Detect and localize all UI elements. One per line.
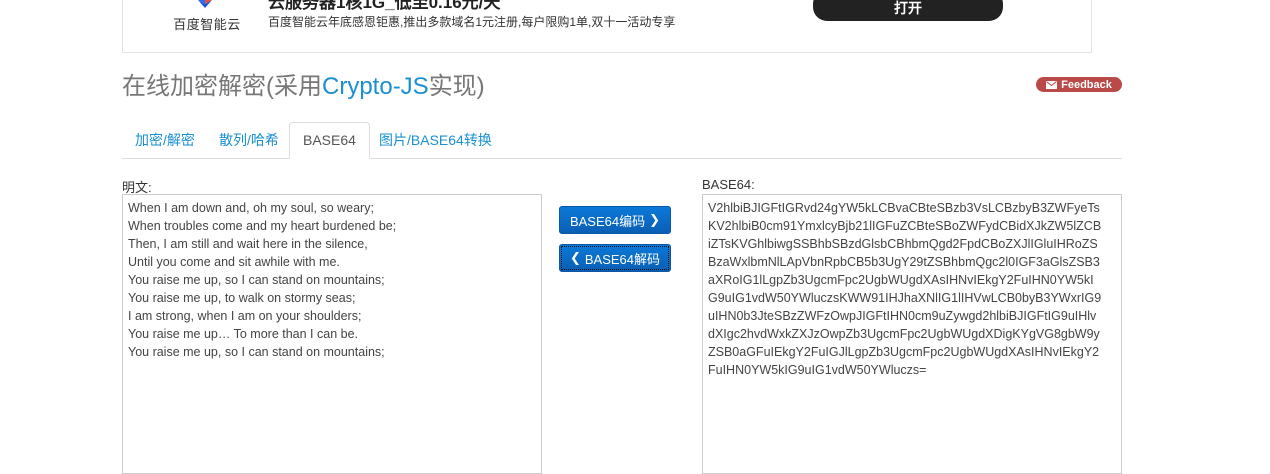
- page-title-suffix: 实现): [428, 73, 485, 100]
- page-title-highlight: Crypto-JS: [322, 73, 429, 100]
- base64-line: BzaWxlbmNlLApVbnRpbCB5b3UgY29tZSBhbmQgc2…: [708, 255, 1100, 269]
- plaintext-line: Then, I am still and wait here in the si…: [128, 237, 368, 251]
- tab-hash[interactable]: 散列/哈希: [206, 122, 292, 157]
- ad-logo: 百度智能云: [171, 0, 243, 50]
- base64-line: ZSB0aGFuIEkgY2FuIGJlLgpZb3UgcmFpc2UgbWUg…: [708, 345, 1100, 359]
- tab-bar: 加密/解密 散列/哈希 BASE64 图片/BASE64转换: [122, 122, 1122, 159]
- chevron-right-icon: ❯: [649, 212, 661, 227]
- ad-brand: 百度智能云: [173, 17, 241, 32]
- base64-encode-button[interactable]: BASE64编码 ❯: [559, 206, 671, 234]
- plaintext-line: You raise me up, to walk on stormy seas;: [128, 291, 356, 305]
- plaintext-line: Until you come and sit awhile with me.: [128, 255, 340, 269]
- ad-open-button[interactable]: 打开: [813, 0, 1003, 21]
- encode-label: BASE64编码: [569, 213, 646, 229]
- ad-description: 百度智能云年底感恩钜惠,推出多款域名1元注册,每户限购1单,双十一活动专享: [268, 15, 676, 29]
- page-title-prefix: 在线加密解密(采用: [122, 73, 322, 100]
- decode-label: BASE64解码: [584, 251, 661, 267]
- tab-encrypt-decrypt[interactable]: 加密/解密: [122, 122, 208, 157]
- base64-line: V2hlbiBJIGFtIGRvd24gYW5kLCBvaCBteSBzb3Vs…: [708, 201, 1100, 215]
- tab-image-base64[interactable]: 图片/BASE64转换: [366, 122, 505, 157]
- plaintext-line: I am strong, when I am on your shoulders…: [128, 309, 362, 323]
- base64-decode-button[interactable]: ❮ BASE64解码: [559, 244, 671, 272]
- chevron-left-icon: ❮: [569, 250, 581, 265]
- plaintext-line: When troubles come and my heart burdened…: [128, 219, 397, 233]
- plaintext-line: When I am down and, oh my soul, so weary…: [128, 201, 374, 215]
- baidu-cloud-logo-icon: [198, 0, 212, 8]
- base64-line: dXIgc2hvdWxkZXJzOwpZb3UgcmFpc2UgbWUgdXDi…: [708, 327, 1100, 341]
- ad-title[interactable]: 云服务器1核1G_低至0.16元/天: [268, 0, 500, 13]
- base64-line: iZTsKVGhlbiwgSSBhbSBzdGlsbCBhbmQgd2FpdCB…: [708, 237, 1098, 251]
- base64-line: uIHN0b3JteSBzZWFzOwpJIGFtIHN0cm9uZywgd2h…: [708, 309, 1097, 323]
- base64-label: BASE64:: [702, 177, 755, 192]
- page-title: 在线加密解密(采用Crypto-JS实现): [122, 66, 485, 101]
- feedback-label: Feedback: [1061, 78, 1112, 91]
- base64-line: FuIHN0YW5kIG9uIG1vdW50YWluczs=: [708, 363, 927, 377]
- tab-base64[interactable]: BASE64: [289, 122, 370, 159]
- base64-line: KV2hlbiB0cm91YmxlcyBjb21lIGFuZCBteSBoZWF…: [708, 219, 1102, 233]
- base64-textarea[interactable]: V2hlbiBJIGFtIGRvd24gYW5kLCBvaCBteSBzb3Vs…: [702, 194, 1122, 474]
- ad-banner[interactable]: 百度智能云 云服务器1核1G_低至0.16元/天 百度智能云年底感恩钜惠,推出多…: [122, 0, 1092, 53]
- base64-line: aXRoIG1lLgpZb3UgcmFpc2UgbWUgdXAsIHNvIEkg…: [708, 273, 1094, 287]
- plaintext-line: You raise me up, so I can stand on mount…: [128, 273, 385, 287]
- plaintext-textarea[interactable]: When I am down and, oh my soul, so weary…: [122, 194, 542, 474]
- envelope-icon: [1046, 80, 1058, 89]
- plaintext-line: You raise me up, so I can stand on mount…: [128, 345, 385, 359]
- base64-line: G9uIG1vdW50YWluczsKWW91IHJhaXNlIG1lIHVwL…: [708, 291, 1102, 305]
- feedback-button[interactable]: Feedback: [1036, 77, 1122, 92]
- plaintext-line: You raise me up… To more than I can be.: [128, 327, 358, 341]
